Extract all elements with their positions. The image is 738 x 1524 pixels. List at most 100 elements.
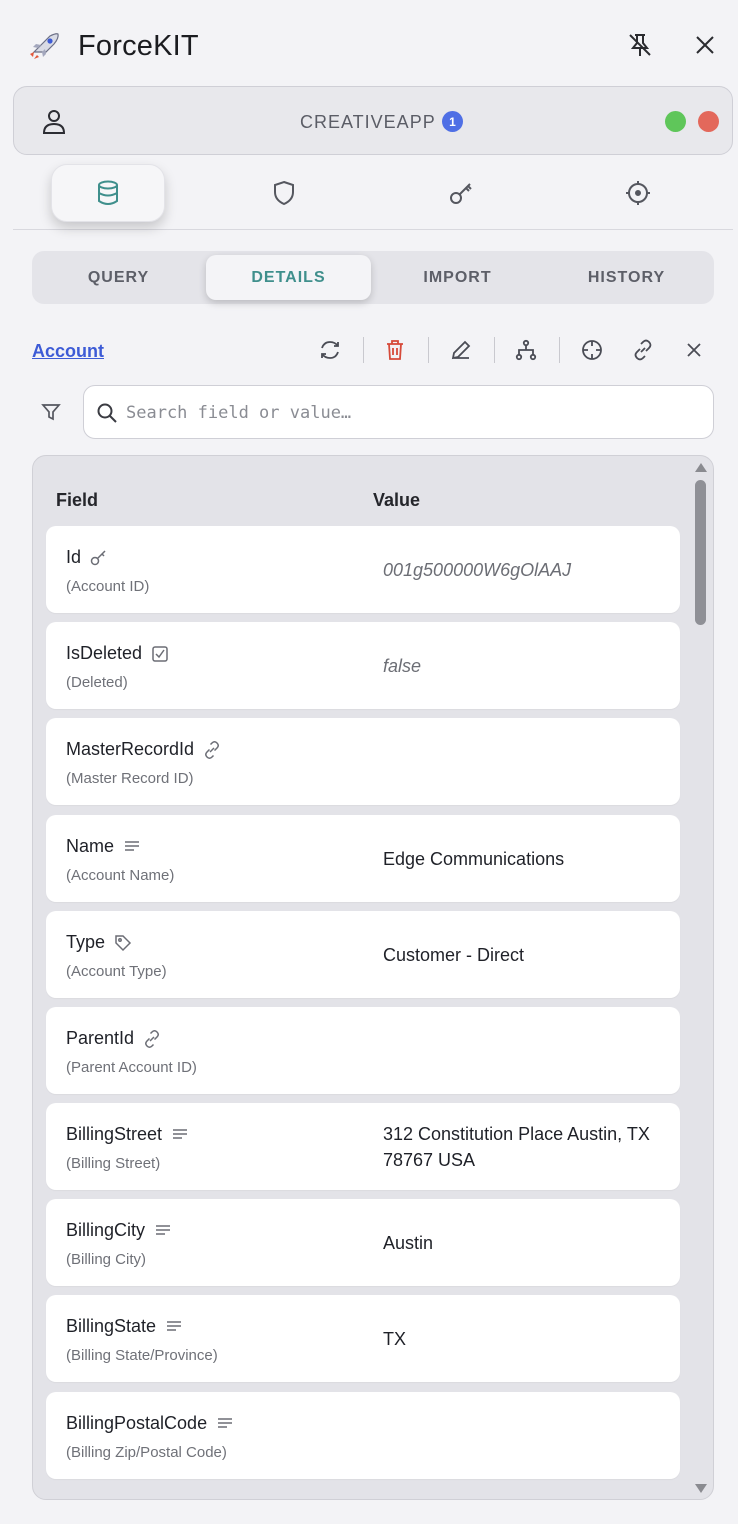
key-icon bbox=[450, 183, 472, 204]
field-value[interactable]: Edge Communications bbox=[383, 846, 663, 872]
scroll-down-arrow[interactable] bbox=[695, 1484, 707, 1493]
rocket-logo-icon bbox=[30, 33, 59, 59]
field-api-name-text: IsDeleted bbox=[66, 643, 143, 663]
field-api-name-text: ParentId bbox=[66, 1028, 135, 1048]
pin-off-icon bbox=[629, 34, 651, 56]
checkbox-icon bbox=[150, 644, 170, 664]
main-tab-bar bbox=[13, 160, 733, 230]
field-row[interactable]: BillingStreet (Billing Street) 312 Constit… bbox=[46, 1103, 680, 1190]
tab-keys[interactable] bbox=[404, 164, 518, 222]
field-api-name-text: Name bbox=[66, 836, 115, 856]
tag-icon bbox=[113, 933, 133, 953]
scrollbar[interactable] bbox=[692, 460, 708, 1496]
field-api-name: BillingState bbox=[66, 1316, 184, 1337]
tab-query[interactable]: QUERY bbox=[36, 255, 201, 300]
close-icon bbox=[696, 36, 714, 54]
hierarchy-button[interactable] bbox=[508, 334, 544, 366]
filter-button[interactable] bbox=[36, 397, 66, 427]
text-icon bbox=[164, 1317, 184, 1337]
field-api-name-text: BillingState bbox=[66, 1316, 157, 1336]
field-label: (Billing Street) bbox=[66, 1155, 161, 1172]
field-row[interactable]: BillingPostalCode (Billing Zip/Postal Cod… bbox=[46, 1392, 680, 1479]
scroll-up-arrow[interactable] bbox=[695, 463, 707, 472]
key-icon bbox=[89, 548, 109, 568]
field-api-name-text: Id bbox=[66, 547, 82, 567]
field-row[interactable]: Id (Account ID) 001g500000W6gOlAAJ bbox=[46, 526, 680, 613]
tab-data[interactable] bbox=[51, 164, 165, 222]
toolbar-divider bbox=[428, 337, 429, 363]
field-row[interactable]: BillingState (Billing State/Province) TX bbox=[46, 1295, 680, 1382]
field-row[interactable]: BillingCity (Billing City) Austin bbox=[46, 1199, 680, 1286]
field-row[interactable]: MasterRecordId (Master Record ID) bbox=[46, 718, 680, 805]
close-icon bbox=[687, 343, 701, 357]
refresh-button[interactable] bbox=[312, 334, 348, 366]
refresh-icon bbox=[321, 341, 339, 359]
link-icon bbox=[202, 740, 222, 760]
tab-details[interactable]: DETAILS bbox=[206, 255, 371, 300]
field-api-name-text: BillingCity bbox=[66, 1220, 146, 1240]
search-icon bbox=[97, 403, 117, 423]
filter-icon bbox=[41, 404, 61, 421]
crosshair-icon bbox=[582, 340, 602, 360]
field-label: (Parent Account ID) bbox=[66, 1059, 197, 1076]
field-value[interactable]: 312 Constitution Place Austin, TX 78767 … bbox=[383, 1121, 663, 1173]
field-api-name: IsDeleted bbox=[66, 643, 170, 664]
sub-tab-bar: QUERY DETAILS IMPORT HISTORY bbox=[32, 251, 714, 304]
tab-import[interactable]: IMPORT bbox=[375, 255, 540, 300]
field-label: (Account Type) bbox=[66, 963, 167, 980]
close-app-button[interactable] bbox=[690, 30, 720, 60]
field-value[interactable]: TX bbox=[383, 1326, 663, 1352]
search-input[interactable] bbox=[126, 396, 696, 430]
field-label: (Deleted) bbox=[66, 674, 128, 691]
shield-icon bbox=[274, 180, 294, 206]
field-value[interactable]: Austin bbox=[383, 1230, 663, 1256]
crosshair-icon bbox=[626, 181, 650, 205]
tab-security[interactable] bbox=[227, 164, 341, 222]
column-header-field: Field bbox=[56, 490, 99, 510]
tab-history[interactable]: HISTORY bbox=[544, 255, 709, 300]
field-value[interactable]: false bbox=[383, 653, 663, 679]
disconnect-status-dot[interactable] bbox=[698, 111, 719, 132]
database-icon bbox=[98, 180, 118, 205]
link-icon bbox=[634, 339, 652, 361]
field-api-name-text: BillingPostalCode bbox=[66, 1413, 208, 1433]
close-record-button[interactable] bbox=[676, 334, 712, 366]
org-name: CREATIVEAPP bbox=[300, 112, 436, 132]
field-api-name: Name bbox=[66, 836, 142, 857]
scroll-thumb[interactable] bbox=[695, 480, 706, 625]
user-icon[interactable] bbox=[40, 107, 68, 135]
tab-target[interactable] bbox=[581, 164, 695, 222]
field-label: (Billing State/Province) bbox=[66, 1347, 218, 1364]
text-icon bbox=[170, 1125, 190, 1145]
field-api-name: Type bbox=[66, 932, 133, 953]
search-box bbox=[83, 385, 714, 439]
field-api-name-text: BillingStreet bbox=[66, 1124, 163, 1144]
field-value[interactable]: Customer - Direct bbox=[383, 942, 663, 968]
app-title: ForceKIT bbox=[78, 30, 199, 62]
edit-button[interactable] bbox=[443, 334, 479, 366]
app-header: ForceKIT bbox=[0, 0, 738, 92]
delete-button[interactable] bbox=[377, 334, 413, 366]
hierarchy-icon bbox=[515, 339, 537, 361]
org-count-badge: 1 bbox=[442, 111, 463, 132]
copy-link-button[interactable] bbox=[625, 334, 661, 366]
field-row[interactable]: Type (Account Type) Customer - Direct bbox=[46, 911, 680, 998]
unpin-button[interactable] bbox=[625, 30, 655, 60]
field-api-name: Id bbox=[66, 547, 109, 568]
field-row[interactable]: ParentId (Parent Account ID) bbox=[46, 1007, 680, 1094]
field-label: (Account Name) bbox=[66, 867, 175, 884]
locate-button[interactable] bbox=[574, 334, 610, 366]
field-row[interactable]: Name (Account Name) Edge Communications bbox=[46, 815, 680, 902]
field-value[interactable]: 001g500000W6gOlAAJ bbox=[383, 557, 663, 583]
field-label: (Billing City) bbox=[66, 1251, 147, 1268]
connected-status-dot[interactable] bbox=[665, 111, 686, 132]
field-label: (Account ID) bbox=[66, 578, 150, 595]
toolbar-divider bbox=[363, 337, 364, 363]
toolbar-divider bbox=[494, 337, 495, 363]
field-api-name: MasterRecordId bbox=[66, 739, 222, 760]
object-name-link[interactable]: Account bbox=[32, 341, 104, 362]
field-row[interactable]: IsDeleted (Deleted) false bbox=[46, 622, 680, 709]
field-label: (Billing Zip/Postal Code) bbox=[66, 1444, 227, 1461]
field-api-name: BillingCity bbox=[66, 1220, 173, 1241]
link-icon bbox=[142, 1029, 162, 1049]
